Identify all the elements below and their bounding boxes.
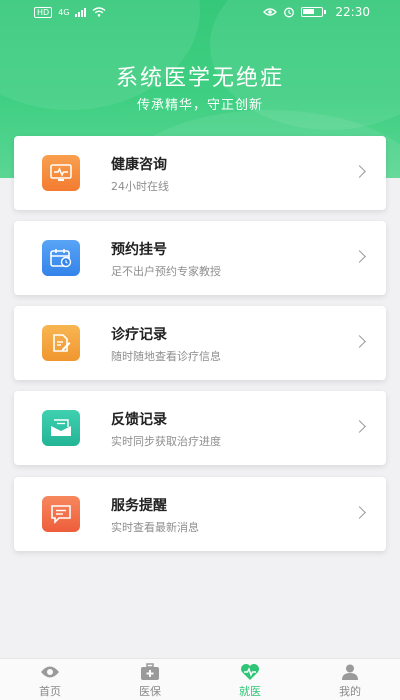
tab-medical-insurance[interactable]: 医保 bbox=[100, 659, 200, 700]
card-health-consult[interactable]: 健康咨询 24小时在线 bbox=[14, 136, 386, 210]
alarm-icon bbox=[284, 7, 295, 18]
card-title: 健康咨询 bbox=[111, 157, 167, 173]
card-service-reminder[interactable]: 服务提醒 实时查看最新消息 bbox=[14, 477, 386, 551]
card-title: 诊疗记录 bbox=[111, 327, 167, 343]
wifi-icon bbox=[93, 7, 106, 17]
eye-home-icon bbox=[40, 663, 60, 681]
page-title: 系统医学无绝症 bbox=[115, 66, 284, 91]
card-title: 反馈记录 bbox=[111, 412, 167, 428]
hd-icon: HD bbox=[34, 6, 53, 18]
card-description: 足不出户预约专家教授 bbox=[111, 265, 221, 278]
chevron-right-icon bbox=[353, 506, 366, 519]
card-description: 实时同步获取治疗进度 bbox=[111, 435, 221, 448]
signal-icon bbox=[75, 7, 87, 17]
chevron-right-icon bbox=[353, 250, 366, 263]
envelope-icon bbox=[42, 410, 80, 446]
status-bar: HD 4G 22:30 bbox=[0, 0, 400, 24]
card-description: 随时随地查看诊疗信息 bbox=[111, 350, 221, 363]
clock-time: 22:30 bbox=[335, 5, 370, 19]
page-subtitle: 传承精华，守正创新 bbox=[136, 98, 263, 113]
card-title: 预约挂号 bbox=[111, 242, 167, 258]
chevron-right-icon bbox=[353, 335, 366, 348]
eye-icon bbox=[263, 8, 278, 16]
chevron-right-icon bbox=[353, 165, 366, 178]
tab-label: 我的 bbox=[339, 685, 361, 698]
tab-label: 就医 bbox=[239, 685, 261, 698]
medical-kit-icon bbox=[140, 663, 160, 681]
card-feedback-records[interactable]: 反馈记录 实时同步获取治疗进度 bbox=[14, 391, 386, 465]
heart-pulse-icon bbox=[240, 663, 260, 681]
document-edit-icon bbox=[42, 325, 80, 361]
tab-home[interactable]: 首页 bbox=[0, 659, 100, 700]
tab-label: 首页 bbox=[39, 685, 61, 698]
card-description: 24小时在线 bbox=[111, 180, 169, 193]
bottom-tab-bar: 首页 医保 就医 我的 bbox=[0, 658, 400, 700]
tab-medical-visit[interactable]: 就医 bbox=[200, 659, 300, 700]
network-type: 4G bbox=[58, 7, 70, 17]
message-icon bbox=[42, 496, 80, 532]
chevron-right-icon bbox=[353, 420, 366, 433]
card-description: 实时查看最新消息 bbox=[111, 521, 199, 534]
monitor-pulse-icon bbox=[42, 155, 80, 191]
card-appointment[interactable]: 预约挂号 足不出户预约专家教授 bbox=[14, 221, 386, 295]
user-icon bbox=[340, 663, 360, 681]
card-title: 服务提醒 bbox=[111, 498, 167, 514]
card-treatment-records[interactable]: 诊疗记录 随时随地查看诊疗信息 bbox=[14, 306, 386, 380]
tab-label: 医保 bbox=[139, 685, 161, 698]
battery-icon bbox=[301, 7, 327, 17]
tab-profile[interactable]: 我的 bbox=[300, 659, 400, 700]
calendar-icon bbox=[42, 240, 80, 276]
